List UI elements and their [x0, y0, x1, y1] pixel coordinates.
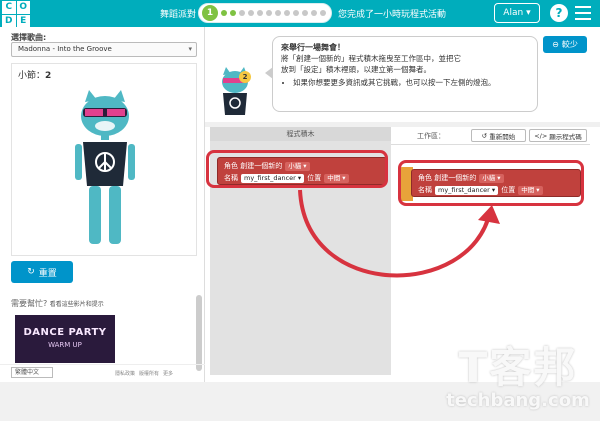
footer-link-copyright[interactable]: 版權所有: [139, 370, 159, 377]
logo-letter-e: E: [16, 14, 30, 27]
watermark-brand: T客邦: [458, 343, 578, 392]
restart-label: 重新開始: [489, 132, 516, 141]
language-value: 繁體中文: [15, 369, 40, 376]
toolbox-header: 程式積木: [210, 127, 391, 141]
measure-label: 小節：: [18, 71, 46, 81]
workspace-label: 工作區：: [417, 132, 445, 140]
level-dot[interactable]: [293, 10, 299, 16]
level-progress: 1: [198, 3, 332, 23]
instructions-panel: 2 來舉行一場舞會！ 將「創建一個新的」程式積木拖曳至工作區中，並把它 放到「設…: [205, 27, 600, 122]
dance-stage: 小節：2: [11, 63, 197, 256]
level-dot[interactable]: [320, 10, 326, 16]
help-section-title: 需要幫忙? 看看這些影片和提示: [11, 298, 104, 309]
logo-letter-c: C: [2, 1, 16, 14]
reset-label: 重置: [38, 268, 57, 279]
language-select[interactable]: 繁體中文: [11, 367, 53, 378]
lightbulb-icon[interactable]: 2: [239, 71, 251, 83]
logo-letter-d: D: [2, 14, 16, 27]
help-title: 需要幫忙?: [11, 299, 48, 308]
help-video-thumbnail[interactable]: DANCE PARTY WARM UP: [15, 315, 115, 363]
collapse-icon: ⊖: [552, 40, 559, 49]
level-dot[interactable]: [257, 10, 263, 16]
show-code-button[interactable]: </> 顯示程式碼: [529, 129, 587, 142]
restart-icon: ↺: [481, 131, 488, 140]
video-title: DANCE PARTY: [23, 327, 107, 338]
show-code-label: 顯示程式碼: [549, 132, 582, 141]
left-panel-scrollbar[interactable]: [196, 295, 202, 371]
user-name: Alan: [503, 8, 524, 18]
techbang-watermark: T客邦 techbang.com: [438, 345, 598, 419]
song-selected-value: Madonna - Into the Groove: [18, 45, 112, 53]
instruction-bullet: 如果你想要更多資訊或其它挑戰，也可以按一下左側的燈泡。: [293, 77, 529, 88]
restart-button[interactable]: ↺ 重新開始: [471, 129, 526, 142]
instruction-bubble: 來舉行一場舞會！ 將「創建一個新的」程式積木拖曳至工作區中，並把它 放到「設定」…: [272, 36, 538, 112]
measure-readout: 小節：2: [18, 68, 51, 81]
logo-letter-o: O: [16, 1, 30, 14]
reset-icon: ↻: [27, 267, 35, 277]
code-icon: </>: [534, 131, 548, 140]
reset-button[interactable]: ↻ 重置: [11, 261, 73, 283]
toolbox-block-highlight: [206, 150, 388, 188]
level-dot[interactable]: [248, 10, 254, 16]
workspace-header: 工作區： ↺ 重新開始 </> 顯示程式碼: [391, 127, 590, 145]
hamburger-icon[interactable]: [575, 6, 591, 20]
question-icon[interactable]: ?: [550, 4, 568, 22]
footer-link-privacy[interactable]: 隱私政策: [115, 370, 135, 377]
show-less-label: 較少: [561, 40, 578, 49]
level-dot[interactable]: [275, 10, 281, 16]
code-org-logo[interactable]: C O D E: [2, 1, 30, 27]
song-select[interactable]: Madonna - Into the Groove ▾: [11, 42, 197, 57]
watermark-site: techbang.com: [446, 390, 590, 411]
current-level-indicator[interactable]: 1: [202, 5, 218, 21]
status-message: 您完成了一小時玩程式活動: [338, 10, 447, 20]
left-footer: 繁體中文 隱私政策 版權所有 更多: [0, 364, 205, 382]
level-dot[interactable]: [311, 10, 317, 16]
instruction-line: 放到「設定」積木裡頭，以建立第一個舞者。: [281, 65, 431, 74]
chevron-down-icon: ▾: [188, 45, 192, 53]
footer-link-more[interactable]: 更多: [163, 370, 173, 377]
top-navigation-bar: C O D E 舞蹈派對 1 您完成了一小時玩程式活動 Alan ▾ ?: [0, 0, 600, 27]
puzzle-title: 舞蹈派對: [160, 10, 197, 20]
help-subtitle: 看看這些影片和提示: [49, 301, 104, 308]
instruction-heading: 來舉行一場舞會！: [281, 43, 345, 52]
hint-count: 2: [242, 73, 248, 81]
user-menu-button[interactable]: Alan ▾: [494, 3, 540, 23]
level-dot[interactable]: [239, 10, 245, 16]
show-less-button[interactable]: ⊖ 較少: [543, 36, 587, 53]
level-dot[interactable]: [221, 10, 227, 16]
video-subtitle: WARM UP: [48, 341, 82, 349]
left-panel: 選擇歌曲: Madonna - Into the Groove ▾ 小節：2 ↻: [0, 27, 205, 382]
level-dot[interactable]: [266, 10, 272, 16]
level-dot[interactable]: [302, 10, 308, 16]
cat-dancer-sprite: [75, 90, 135, 244]
level-dot[interactable]: [230, 10, 236, 16]
level-dot[interactable]: [284, 10, 290, 16]
chevron-down-icon: ▾: [526, 8, 531, 18]
footer-links: 隱私政策 版權所有 更多: [115, 370, 173, 377]
measure-value: 2: [45, 71, 52, 81]
instruction-line: 將「創建一個新的」程式積木拖曳至工作區中，並把它: [281, 54, 461, 63]
workspace-block-highlight: [398, 160, 584, 206]
